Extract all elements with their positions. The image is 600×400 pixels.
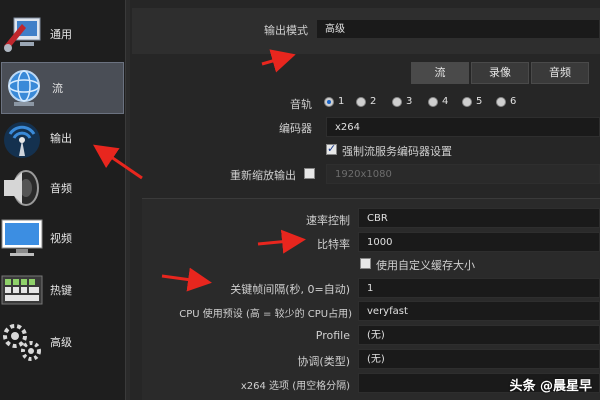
arrow-to-output-nav — [93, 144, 143, 180]
annotation-arrows — [93, 49, 306, 292]
arrow-to-bitrate — [257, 229, 306, 254]
watermark: 头条 @晨星早 — [509, 379, 592, 394]
arrow-to-output-mode — [261, 49, 296, 73]
arrow-to-keyframe — [161, 267, 212, 292]
